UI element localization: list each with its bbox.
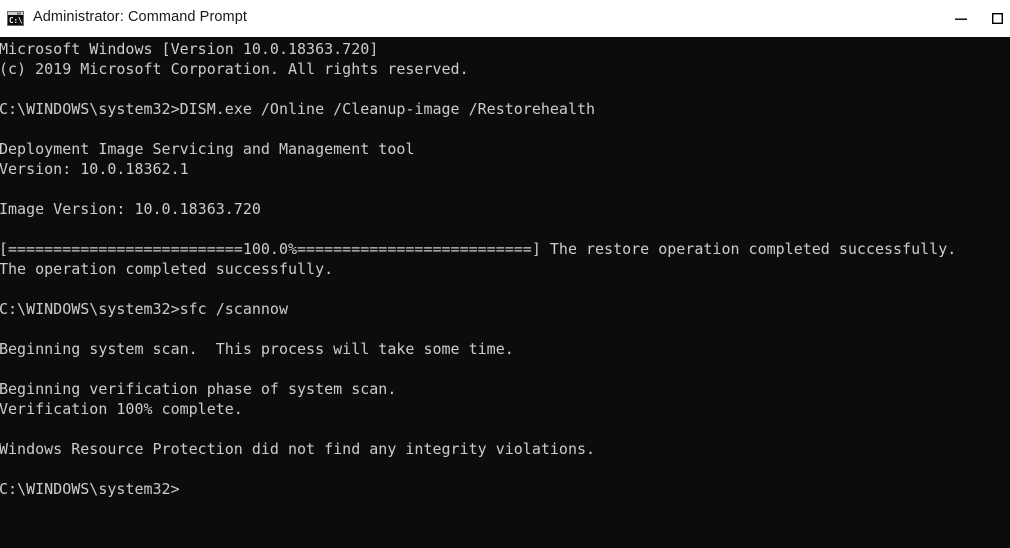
maximize-button[interactable]: [984, 0, 1010, 37]
minimize-icon: [955, 18, 967, 20]
console-text: Microsoft Windows [Version 10.0.18363.72…: [0, 40, 957, 498]
cmd-prompt-icon: C:\: [7, 10, 24, 26]
window-title: Administrator: Command Prompt: [33, 9, 248, 26]
svg-text:C:\: C:\: [9, 16, 23, 25]
minimize-button[interactable]: [938, 0, 984, 37]
window-titlebar[interactable]: C:\ Administrator: Command Prompt: [0, 0, 1010, 37]
console-output-area[interactable]: Microsoft Windows [Version 10.0.18363.72…: [0, 37, 1010, 548]
window-controls: [938, 0, 1010, 37]
command-prompt-window: C:\ Administrator: Command Prompt Micros…: [0, 0, 1010, 548]
maximize-icon: [992, 13, 1003, 24]
